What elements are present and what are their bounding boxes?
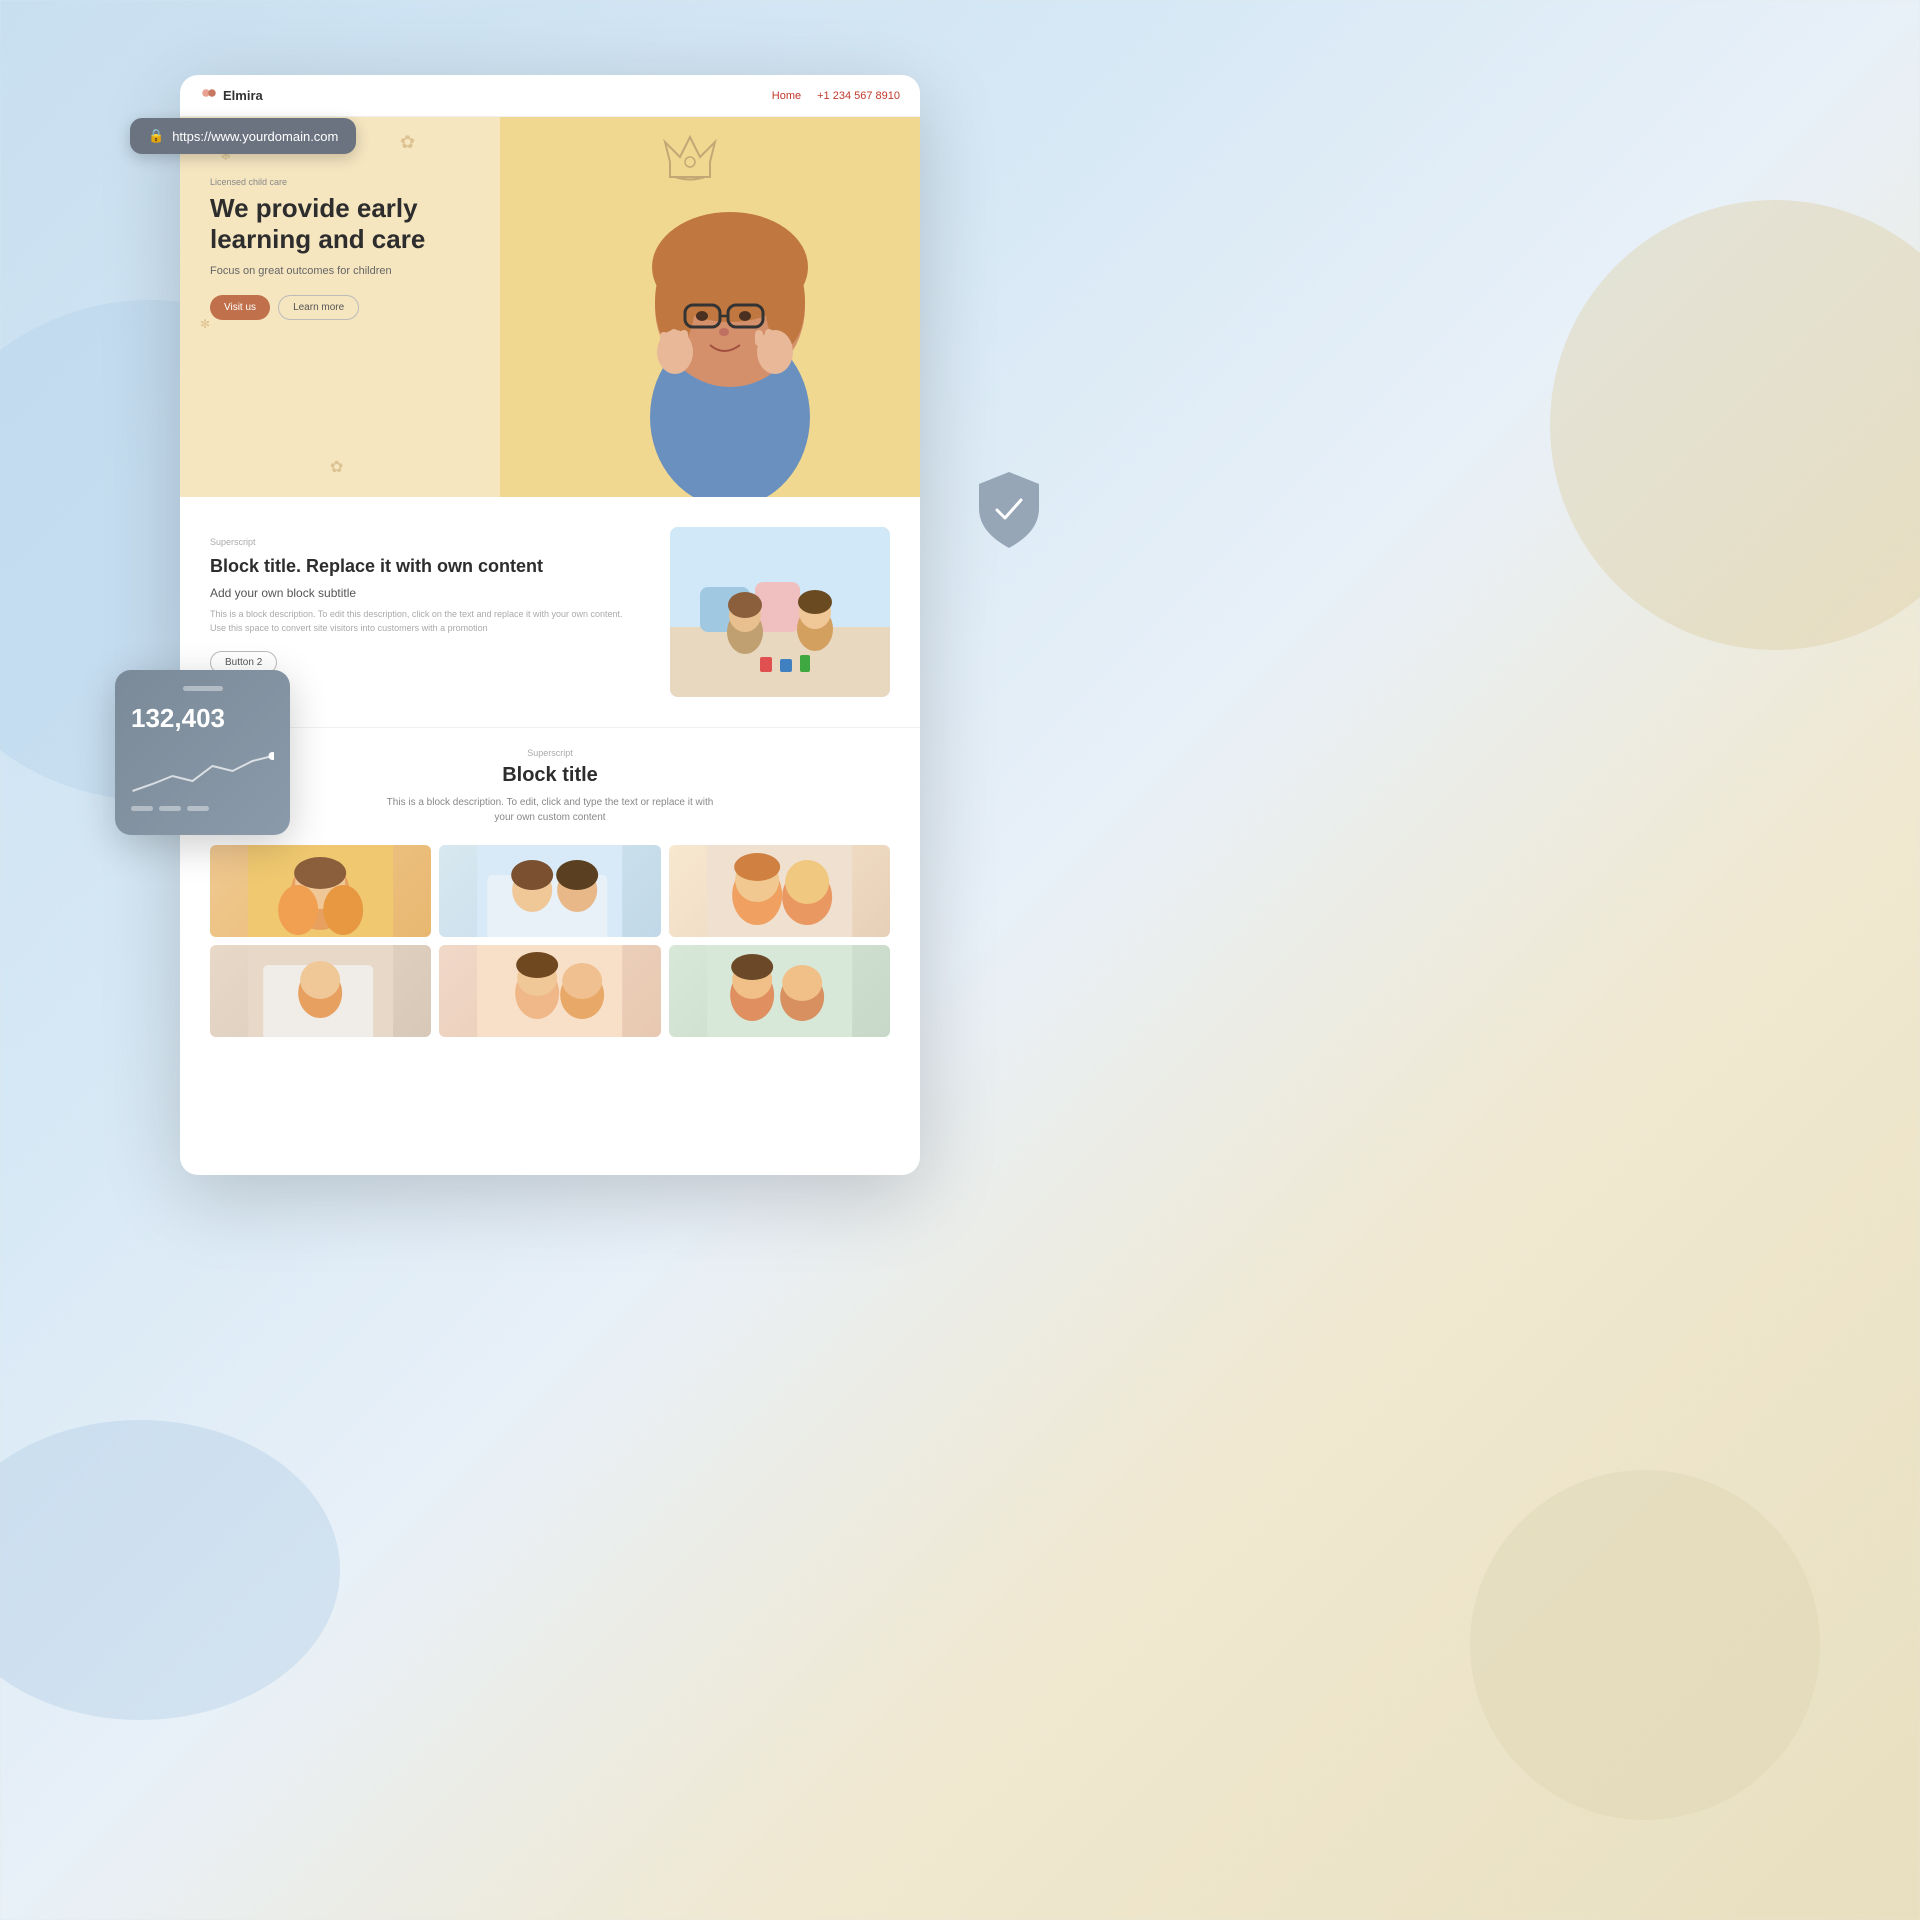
hero-subtitle: Focus on great outcomes for children: [210, 265, 450, 277]
photo-4-img: [210, 945, 431, 1037]
photo-3-img: [669, 845, 890, 937]
content-superscript: Superscript: [210, 537, 640, 547]
photo-cell-5: [439, 945, 660, 1037]
nav-phone: +1 234 567 8910: [817, 90, 900, 102]
kids-illustration: [670, 527, 890, 697]
photo-grid: [210, 845, 890, 1037]
deco-snowflake-2: ✿: [400, 132, 415, 153]
photo-2-img: [439, 845, 660, 937]
url-bar[interactable]: 🔒 https://www.yourdomain.com: [130, 118, 356, 154]
photo-6-img: [669, 945, 890, 1037]
photo-cell-1: [210, 845, 431, 937]
crown-decoration: [660, 132, 720, 192]
stats-dot-2: [159, 806, 181, 811]
photo-cell-3: [669, 845, 890, 937]
visit-us-button[interactable]: Visit us: [210, 295, 270, 320]
content-image: [670, 527, 890, 697]
lock-icon: 🔒: [148, 128, 164, 144]
url-text: https://www.yourdomain.com: [172, 129, 338, 144]
logo-text: Elmira: [223, 88, 263, 103]
browser-header: Elmira Home +1 234 567 8910: [180, 75, 920, 117]
hero-superscript: Licensed child care: [210, 177, 450, 187]
photo-1-img: [210, 845, 431, 937]
photo-cell-6: [669, 945, 890, 1037]
bg-blob-bottom-right: [1470, 1470, 1820, 1820]
nav-home[interactable]: Home: [772, 90, 801, 102]
hero-buttons: Visit us Learn more: [210, 295, 450, 320]
block2-superscript: Superscript: [210, 748, 890, 758]
stats-widget: 132,403: [115, 670, 290, 835]
photo-5-img: [439, 945, 660, 1037]
deco-snowflake-4: ✿: [330, 457, 343, 477]
learn-more-button[interactable]: Learn more: [278, 295, 359, 320]
block-section-2: Superscript Block title This is a block …: [180, 727, 920, 1067]
content-title: Block title. Replace it with own content: [210, 555, 640, 578]
site-logo: Elmira: [200, 87, 263, 105]
hero-title: We provide early learning and care: [210, 193, 450, 255]
stats-handle: [183, 686, 223, 691]
deco-snowflake-3: ✻: [200, 317, 210, 331]
photo-cell-4: [210, 945, 431, 1037]
stats-dot-3: [187, 806, 209, 811]
content-section: Superscript Block title. Replace it with…: [180, 497, 920, 727]
content-subtitle: Add your own block subtitle: [210, 586, 640, 600]
bg-blob-right: [1550, 200, 1920, 650]
content-text: Superscript Block title. Replace it with…: [210, 527, 640, 674]
stats-chart: [131, 746, 274, 796]
hero-content: Licensed child care We provide early lea…: [210, 177, 450, 320]
stats-dots: [131, 806, 274, 811]
bg-blob-bottom-left: [0, 1420, 340, 1720]
hero-section: ❄ ✿ ✻ ✿ ✻ ✿ Licensed child care We provi…: [180, 117, 920, 497]
logo-icon: [200, 87, 218, 105]
browser-window: Elmira Home +1 234 567 8910 ❄ ✿ ✻ ✿ ✻ ✿ …: [180, 75, 920, 1175]
stats-dot-1: [131, 806, 153, 811]
header-nav: Home +1 234 567 8910: [772, 90, 900, 102]
photo-cell-2: [439, 845, 660, 937]
block2-title: Block title: [210, 764, 890, 787]
block2-desc: This is a block description. To edit, cl…: [380, 795, 720, 825]
stats-number: 132,403: [131, 703, 274, 734]
shield-badge: [973, 470, 1045, 550]
content-desc: This is a block description. To edit thi…: [210, 608, 640, 635]
